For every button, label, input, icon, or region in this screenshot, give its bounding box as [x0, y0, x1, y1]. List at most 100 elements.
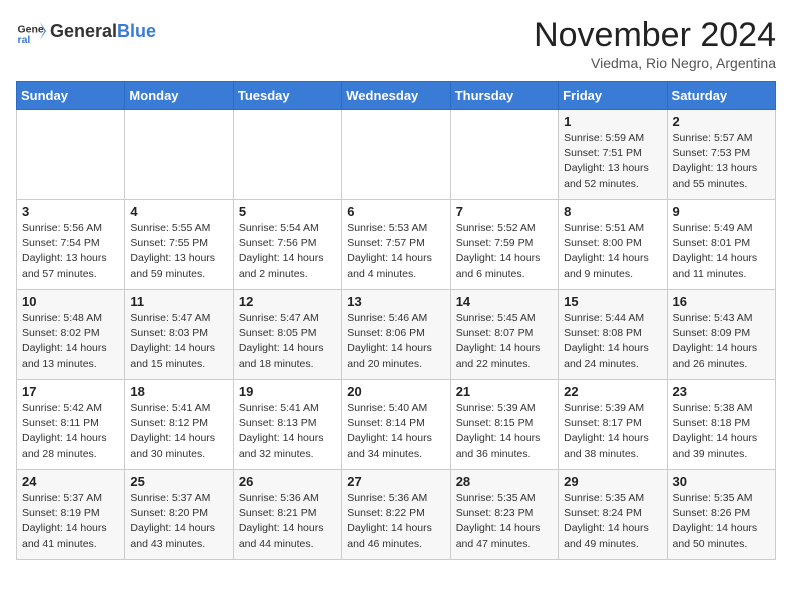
calendar-cell: 28 Sunrise: 5:35 AM Sunset: 8:23 PM Dayli… — [450, 470, 558, 560]
day-number: 15 — [564, 294, 661, 309]
day-info: Sunrise: 5:47 AM Sunset: 8:05 PM Dayligh… — [239, 311, 336, 372]
calendar-cell: 17Sunrise: 5:42 AM Sunset: 8:11 PM Dayli… — [17, 380, 125, 470]
day-number: 24 — [22, 474, 119, 489]
day-info: Sunrise: 5:56 AM Sunset: 7:54 PM Dayligh… — [22, 221, 119, 282]
calendar-cell — [342, 110, 450, 200]
calendar-cell: 23 Sunrise: 5:38 AM Sunset: 8:18 PM Dayli… — [667, 380, 775, 470]
calendar-week-row: 1Sunrise: 5:59 AM Sunset: 7:51 PM Daylig… — [17, 110, 776, 200]
month-title: November 2024 — [534, 16, 776, 55]
location-subtitle: Viedma, Rio Negro, Argentina — [534, 55, 776, 71]
calendar-cell: 25 Sunrise: 5:37 AM Sunset: 8:20 PM Dayli… — [125, 470, 233, 560]
day-info: Sunrise: 5:35 AM Sunset: 8:24 PM Dayligh… — [564, 491, 661, 552]
day-number: 22 — [564, 384, 661, 399]
logo: Gene ral General Blue — [16, 16, 156, 46]
col-friday: Friday — [559, 82, 667, 110]
day-number: 30 — [673, 474, 770, 489]
day-info: Sunrise: 5:36 AM Sunset: 8:22 PM Dayligh… — [347, 491, 444, 552]
calendar-cell: 16 Sunrise: 5:43 AM Sunset: 8:09 PM Dayli… — [667, 290, 775, 380]
day-info: Sunrise: 5:37 AM Sunset: 8:19 PM Dayligh… — [22, 491, 119, 552]
day-number: 29 — [564, 474, 661, 489]
calendar-cell: 15 Sunrise: 5:44 AM Sunset: 8:08 PM Dayli… — [559, 290, 667, 380]
day-info: Sunrise: 5:54 AM Sunset: 7:56 PM Dayligh… — [239, 221, 336, 282]
col-tuesday: Tuesday — [233, 82, 341, 110]
day-number: 5 — [239, 204, 336, 219]
calendar-week-row: 3 Sunrise: 5:56 AM Sunset: 7:54 PM Daylig… — [17, 200, 776, 290]
day-number: 27 — [347, 474, 444, 489]
day-info: Sunrise: 5:40 AM Sunset: 8:14 PM Dayligh… — [347, 401, 444, 462]
calendar-cell — [233, 110, 341, 200]
day-info: Sunrise: 5:35 AM Sunset: 8:26 PM Dayligh… — [673, 491, 770, 552]
calendar-week-row: 10Sunrise: 5:48 AM Sunset: 8:02 PM Dayli… — [17, 290, 776, 380]
day-info: Sunrise: 5:39 AM Sunset: 8:17 PM Dayligh… — [564, 401, 661, 462]
day-info: Sunrise: 5:48 AM Sunset: 8:02 PM Dayligh… — [22, 311, 119, 372]
calendar-cell: 12Sunrise: 5:47 AM Sunset: 8:05 PM Dayli… — [233, 290, 341, 380]
day-number: 26 — [239, 474, 336, 489]
calendar-cell: 30 Sunrise: 5:35 AM Sunset: 8:26 PM Dayli… — [667, 470, 775, 560]
day-number: 2 — [673, 114, 770, 129]
calendar-table: Sunday Monday Tuesday Wednesday Thursday… — [16, 81, 776, 560]
day-info: Sunrise: 5:51 AM Sunset: 8:00 PM Dayligh… — [564, 221, 661, 282]
day-info: Sunrise: 5:55 AM Sunset: 7:55 PM Dayligh… — [130, 221, 227, 282]
day-info: Sunrise: 5:35 AM Sunset: 8:23 PM Dayligh… — [456, 491, 553, 552]
calendar-cell: 22 Sunrise: 5:39 AM Sunset: 8:17 PM Dayli… — [559, 380, 667, 470]
day-number: 4 — [130, 204, 227, 219]
day-info: Sunrise: 5:41 AM Sunset: 8:12 PM Dayligh… — [130, 401, 227, 462]
calendar-cell: 6Sunrise: 5:53 AM Sunset: 7:57 PM Daylig… — [342, 200, 450, 290]
day-number: 20 — [347, 384, 444, 399]
col-wednesday: Wednesday — [342, 82, 450, 110]
calendar-week-row: 24 Sunrise: 5:37 AM Sunset: 8:19 PM Dayli… — [17, 470, 776, 560]
day-info: Sunrise: 5:43 AM Sunset: 8:09 PM Dayligh… — [673, 311, 770, 372]
day-number: 17 — [22, 384, 119, 399]
day-number: 1 — [564, 114, 661, 129]
day-number: 9 — [673, 204, 770, 219]
calendar-cell: 21Sunrise: 5:39 AM Sunset: 8:15 PM Dayli… — [450, 380, 558, 470]
calendar-cell: 19 Sunrise: 5:41 AM Sunset: 8:13 PM Dayli… — [233, 380, 341, 470]
day-number: 18 — [130, 384, 227, 399]
calendar-cell: 8 Sunrise: 5:51 AM Sunset: 8:00 PM Daylig… — [559, 200, 667, 290]
col-saturday: Saturday — [667, 82, 775, 110]
day-info: Sunrise: 5:57 AM Sunset: 7:53 PM Dayligh… — [673, 131, 770, 192]
day-info: Sunrise: 5:44 AM Sunset: 8:08 PM Dayligh… — [564, 311, 661, 372]
calendar-cell: 13 Sunrise: 5:46 AM Sunset: 8:06 PM Dayli… — [342, 290, 450, 380]
calendar-cell: 29 Sunrise: 5:35 AM Sunset: 8:24 PM Dayli… — [559, 470, 667, 560]
day-info: Sunrise: 5:52 AM Sunset: 7:59 PM Dayligh… — [456, 221, 553, 282]
calendar-cell: 9 Sunrise: 5:49 AM Sunset: 8:01 PM Daylig… — [667, 200, 775, 290]
calendar-cell: 5 Sunrise: 5:54 AM Sunset: 7:56 PM Daylig… — [233, 200, 341, 290]
day-info: Sunrise: 5:38 AM Sunset: 8:18 PM Dayligh… — [673, 401, 770, 462]
day-number: 23 — [673, 384, 770, 399]
calendar-cell: 3 Sunrise: 5:56 AM Sunset: 7:54 PM Daylig… — [17, 200, 125, 290]
day-info: Sunrise: 5:39 AM Sunset: 8:15 PM Dayligh… — [456, 401, 553, 462]
day-info: Sunrise: 5:46 AM Sunset: 8:06 PM Dayligh… — [347, 311, 444, 372]
day-info: Sunrise: 5:41 AM Sunset: 8:13 PM Dayligh… — [239, 401, 336, 462]
calendar-cell: 14Sunrise: 5:45 AM Sunset: 8:07 PM Dayli… — [450, 290, 558, 380]
day-number: 13 — [347, 294, 444, 309]
calendar-cell: 20 Sunrise: 5:40 AM Sunset: 8:14 PM Dayli… — [342, 380, 450, 470]
day-info: Sunrise: 5:47 AM Sunset: 8:03 PM Dayligh… — [130, 311, 227, 372]
day-number: 7 — [456, 204, 553, 219]
day-number: 3 — [22, 204, 119, 219]
day-info: Sunrise: 5:37 AM Sunset: 8:20 PM Dayligh… — [130, 491, 227, 552]
calendar-cell: 24 Sunrise: 5:37 AM Sunset: 8:19 PM Dayli… — [17, 470, 125, 560]
logo-general-text: General — [50, 21, 117, 42]
day-number: 28 — [456, 474, 553, 489]
calendar-cell: 18 Sunrise: 5:41 AM Sunset: 8:12 PM Dayli… — [125, 380, 233, 470]
title-area: November 2024 Viedma, Rio Negro, Argenti… — [534, 16, 776, 71]
calendar-cell: 2 Sunrise: 5:57 AM Sunset: 7:53 PM Daylig… — [667, 110, 775, 200]
day-number: 19 — [239, 384, 336, 399]
day-number: 25 — [130, 474, 227, 489]
calendar-cell — [450, 110, 558, 200]
header-row: Sunday Monday Tuesday Wednesday Thursday… — [17, 82, 776, 110]
logo-icon: Gene ral — [16, 16, 46, 46]
day-number: 11 — [130, 294, 227, 309]
col-sunday: Sunday — [17, 82, 125, 110]
page-header: Gene ral General Blue November 2024 Vied… — [16, 16, 776, 71]
calendar-cell: 27 Sunrise: 5:36 AM Sunset: 8:22 PM Dayli… — [342, 470, 450, 560]
day-number: 14 — [456, 294, 553, 309]
day-number: 6 — [347, 204, 444, 219]
day-number: 16 — [673, 294, 770, 309]
day-info: Sunrise: 5:49 AM Sunset: 8:01 PM Dayligh… — [673, 221, 770, 282]
calendar-cell: 1Sunrise: 5:59 AM Sunset: 7:51 PM Daylig… — [559, 110, 667, 200]
calendar-cell: 10Sunrise: 5:48 AM Sunset: 8:02 PM Dayli… — [17, 290, 125, 380]
day-number: 8 — [564, 204, 661, 219]
svg-text:ral: ral — [18, 34, 31, 46]
